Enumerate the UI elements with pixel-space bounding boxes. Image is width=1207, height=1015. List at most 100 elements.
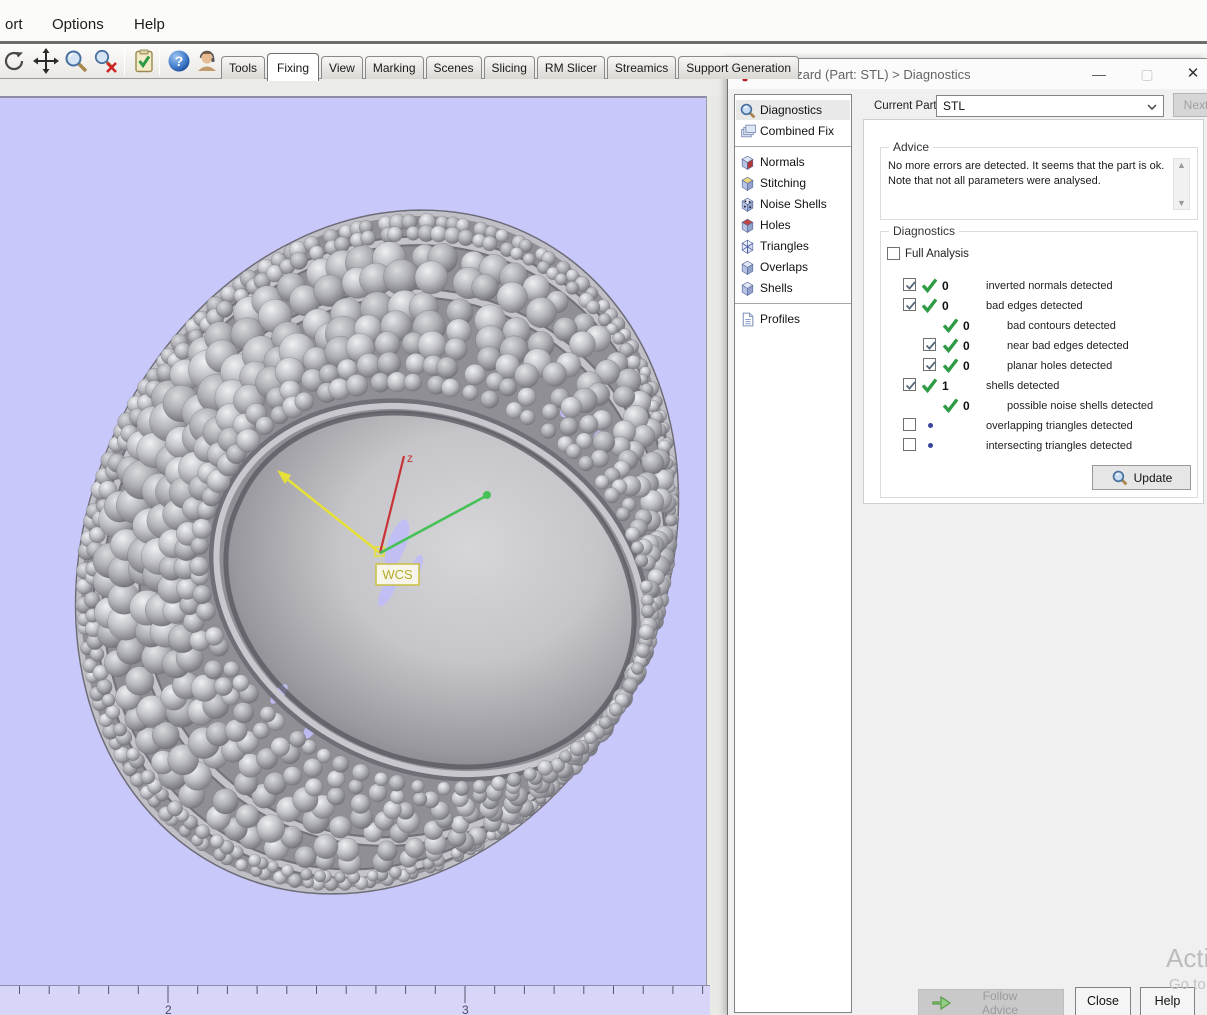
- z-axis-label: z: [407, 451, 413, 465]
- svg-text:?: ?: [175, 53, 184, 69]
- current-part-value: STL: [943, 99, 966, 113]
- diag-checkbox-3[interactable]: [923, 338, 936, 351]
- sidebar-item-label: Holes: [760, 218, 791, 232]
- tab-fixing[interactable]: Fixing: [267, 53, 320, 81]
- advice-scrollbar[interactable]: ▲ ▼: [1173, 158, 1190, 210]
- not-run-dot-icon: [928, 423, 933, 428]
- close-button[interactable]: Close: [1075, 987, 1131, 1015]
- sidebar-item-profiles[interactable]: Profiles: [736, 309, 850, 329]
- viewport-ruler: 23: [0, 985, 710, 1015]
- advice-title: Advice: [889, 140, 934, 154]
- sidebar-item-combined-fix[interactable]: Combined Fix: [736, 121, 850, 141]
- pan-icon[interactable]: [33, 48, 59, 74]
- minimize-button[interactable]: —: [1084, 61, 1114, 87]
- tab-support-generation[interactable]: Support Generation: [678, 56, 800, 79]
- green-check-icon: [942, 397, 960, 414]
- stack-icon: [739, 123, 756, 140]
- diag-label: overlapping triangles detected: [986, 420, 1133, 432]
- diag-checkbox-0[interactable]: [903, 278, 916, 291]
- cube-red-top-icon: [739, 217, 756, 234]
- verify-icon[interactable]: [131, 48, 157, 74]
- green-check-icon: [921, 277, 939, 294]
- diag-label: planar holes detected: [1007, 360, 1113, 372]
- diagnostics-groupbox: Diagnostics Full Analysis 0 inverted norm…: [880, 224, 1198, 498]
- cube-red-face-icon: [739, 154, 756, 171]
- sidebar-item-triangles[interactable]: Triangles: [736, 236, 850, 256]
- tab-streamics[interactable]: Streamics: [606, 56, 677, 79]
- sidebar-item-holes[interactable]: Holes: [736, 215, 850, 235]
- tab-view[interactable]: View: [321, 56, 363, 79]
- scroll-up-icon[interactable]: ▲: [1174, 160, 1189, 170]
- toolbar-separator: [159, 47, 160, 75]
- diag-checkbox-7[interactable]: [903, 418, 916, 431]
- ribbon-tabs: Tools Fixing View Marking Scenes Slicing RM Sl…: [221, 49, 801, 81]
- close-window-button[interactable]: ✕: [1178, 61, 1207, 87]
- menu-item-help[interactable]: Help: [134, 16, 165, 33]
- rotate-icon[interactable]: [1, 48, 27, 74]
- sidebar-item-label: Combined Fix: [760, 124, 835, 138]
- sidebar-item-overlaps[interactable]: Overlaps: [736, 257, 850, 277]
- diag-count: 0: [963, 399, 970, 413]
- sidebar-item-label: Noise Shells: [760, 197, 827, 211]
- wizard-pages-list: Diagnostics Combined Fix Normals Stitching N…: [734, 94, 852, 1013]
- sidebar-item-label: Shells: [760, 281, 793, 295]
- diag-count: 0: [942, 299, 949, 313]
- magnifier-icon: [1111, 469, 1128, 486]
- sidebar-item-diagnostics[interactable]: Diagnostics: [736, 100, 850, 120]
- fix-wizard-dialog: Fix Wizard (Part: STL) > Diagnostics — ▢…: [727, 58, 1207, 1015]
- green-check-icon: [942, 357, 960, 374]
- sidebar-item-label: Triangles: [760, 239, 809, 253]
- sidebar-item-stitching[interactable]: Stitching: [736, 173, 850, 193]
- assistant-icon[interactable]: [194, 48, 220, 74]
- sidebar-item-noise-shells[interactable]: Noise Shells: [736, 194, 850, 214]
- tab-slicing[interactable]: Slicing: [483, 56, 535, 79]
- help-icon[interactable]: ?: [166, 48, 192, 74]
- tab-rm-slicer[interactable]: RM Slicer: [536, 56, 605, 79]
- sidebar-item-label: Stitching: [760, 176, 807, 190]
- advice-groupbox: Advice No more errors are detected. It s…: [880, 140, 1198, 220]
- diag-label: bad contours detected: [1007, 320, 1116, 332]
- cube-dots-icon: [739, 196, 756, 213]
- wizard-main-panel: Advice No more errors are detected. It s…: [863, 119, 1204, 504]
- full-analysis-checkbox[interactable]: [887, 247, 900, 260]
- magnifier-icon: [739, 102, 756, 119]
- not-run-dot-icon: [928, 443, 933, 448]
- update-label: Update: [1133, 470, 1173, 485]
- activation-watermark-line2: Go to: [1169, 976, 1206, 993]
- diag-label: shells detected: [986, 380, 1060, 392]
- zoom-icon[interactable]: [63, 48, 89, 74]
- sidebar-item-label: Diagnostics: [760, 103, 823, 117]
- tab-scenes[interactable]: Scenes: [425, 56, 482, 79]
- green-arrow-icon: [931, 994, 953, 1012]
- cube-yellow-top-icon: [739, 175, 756, 192]
- green-check-icon: [921, 297, 939, 314]
- menu-item-ort[interactable]: ort: [5, 16, 23, 33]
- list-separator: [735, 303, 851, 304]
- app-window: ort Options Help ? Tools Fixing View Marking S…: [0, 0, 1207, 1015]
- menu-item-options[interactable]: Options: [52, 16, 104, 33]
- diag-checkbox-1[interactable]: [903, 298, 916, 311]
- sidebar-item-normals[interactable]: Normals: [736, 152, 850, 172]
- zoom-remove-icon[interactable]: [93, 48, 119, 74]
- diag-checkbox-4[interactable]: [923, 358, 936, 371]
- diag-checkbox-8[interactable]: [903, 438, 916, 451]
- viewport-3d[interactable]: z WCS: [0, 96, 706, 985]
- advice-text-line: No more errors are detected. It seems th…: [888, 160, 1165, 172]
- diag-label: possible noise shells detected: [1007, 400, 1154, 412]
- sidebar-item-label: Normals: [760, 155, 805, 169]
- next-button[interactable]: Next: [1173, 93, 1207, 117]
- scroll-down-icon[interactable]: ▼: [1174, 198, 1189, 208]
- current-part-select[interactable]: STL: [936, 95, 1164, 117]
- follow-advice-button[interactable]: Follow Advice: [918, 989, 1064, 1015]
- model-ring-canvas[interactable]: z WCS: [0, 98, 706, 987]
- maximize-button[interactable]: ▢: [1132, 61, 1162, 87]
- update-button[interactable]: Update: [1092, 465, 1191, 490]
- tab-marking[interactable]: Marking: [364, 56, 424, 79]
- activation-watermark-line1: Activ: [1166, 943, 1207, 973]
- cube-icon: [739, 259, 756, 276]
- diag-checkbox-5[interactable]: [903, 378, 916, 391]
- sidebar-item-shells[interactable]: Shells: [736, 278, 850, 298]
- green-check-icon: [942, 317, 960, 334]
- cube-wireframe-icon: [739, 238, 756, 255]
- tab-tools[interactable]: Tools: [221, 56, 266, 79]
